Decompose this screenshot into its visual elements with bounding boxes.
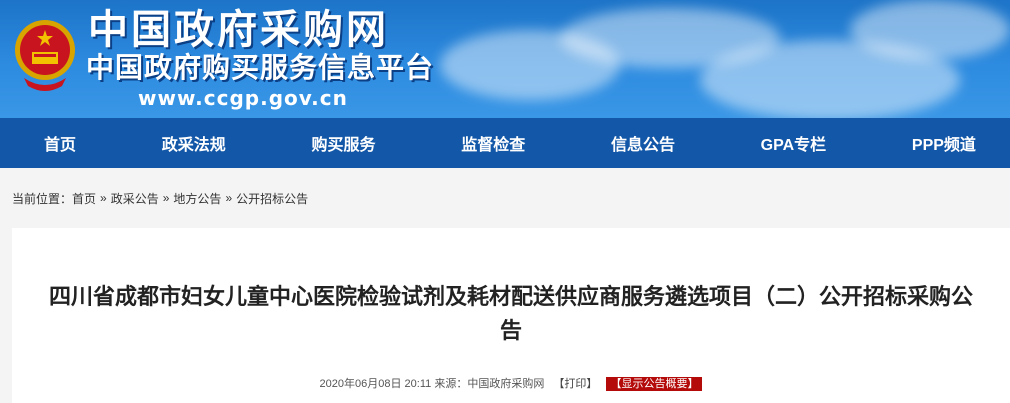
show-summary-button[interactable]: 【显示公告概要】 xyxy=(606,377,703,391)
breadcrumb-public-tender[interactable]: 公开招标公告 xyxy=(236,190,308,207)
nav-regulations[interactable]: 政采法规 xyxy=(152,131,236,155)
site-url[interactable]: www.ccgp.gov.cn xyxy=(138,86,348,110)
breadcrumb-prefix: 当前位置： xyxy=(12,191,73,206)
site-subtitle: 中国政府购买服务信息平台 xyxy=(86,51,435,84)
main-nav: 首页 政采法规 购买服务 监督检查 信息公告 GPA专栏 PPP频道 xyxy=(0,118,1010,168)
nav-announcements[interactable]: 信息公告 xyxy=(601,131,685,155)
article-title: 四川省成都市妇女儿童中心医院检验试剂及耗材配送供应商服务遴选项目（二）公开招标采… xyxy=(48,284,973,343)
article-panel: 四川省成都市妇女儿童中心医院检验试剂及耗材配送供应商服务遴选项目（二）公开招标采… xyxy=(12,228,1010,403)
nav-home[interactable]: 首页 xyxy=(34,131,86,155)
breadcrumb: 当前位置： 首页 » 政采公告 » 地方公告 » 公开招标公告 xyxy=(0,168,1010,228)
article-datetime: 2020年06月08日 20:11 xyxy=(319,378,432,390)
nav-supervision[interactable]: 监督检查 xyxy=(451,131,535,155)
site-header: 中国政府采购网 中国政府购买服务信息平台 www.ccgp.gov.cn xyxy=(0,0,1010,118)
breadcrumb-local-announcements[interactable]: 地方公告 xyxy=(173,190,221,207)
print-button[interactable]: 【打印】 xyxy=(553,378,597,390)
article-meta: 2020年06月08日 20:11 来源：中国政府采购网 【打印】 【显示公告概… xyxy=(12,375,1010,391)
national-emblem-icon xyxy=(15,20,75,91)
breadcrumb-separator: » xyxy=(162,191,170,205)
breadcrumb-separator: » xyxy=(225,191,233,205)
breadcrumb-separator: » xyxy=(100,191,107,205)
source-label: 来源： xyxy=(434,378,468,390)
nav-ppp[interactable]: PPP频道 xyxy=(902,131,986,155)
nav-gpa[interactable]: GPA专栏 xyxy=(751,131,837,155)
breadcrumb-home[interactable]: 首页 xyxy=(72,190,96,207)
article-source: 中国政府采购网 xyxy=(467,378,545,390)
nav-purchase-services[interactable]: 购买服务 xyxy=(301,131,385,155)
cloud-decoration xyxy=(850,0,1010,60)
site-title[interactable]: 中国政府采购网 xyxy=(88,8,389,52)
breadcrumb-gov-announcements[interactable]: 政采公告 xyxy=(111,190,159,207)
